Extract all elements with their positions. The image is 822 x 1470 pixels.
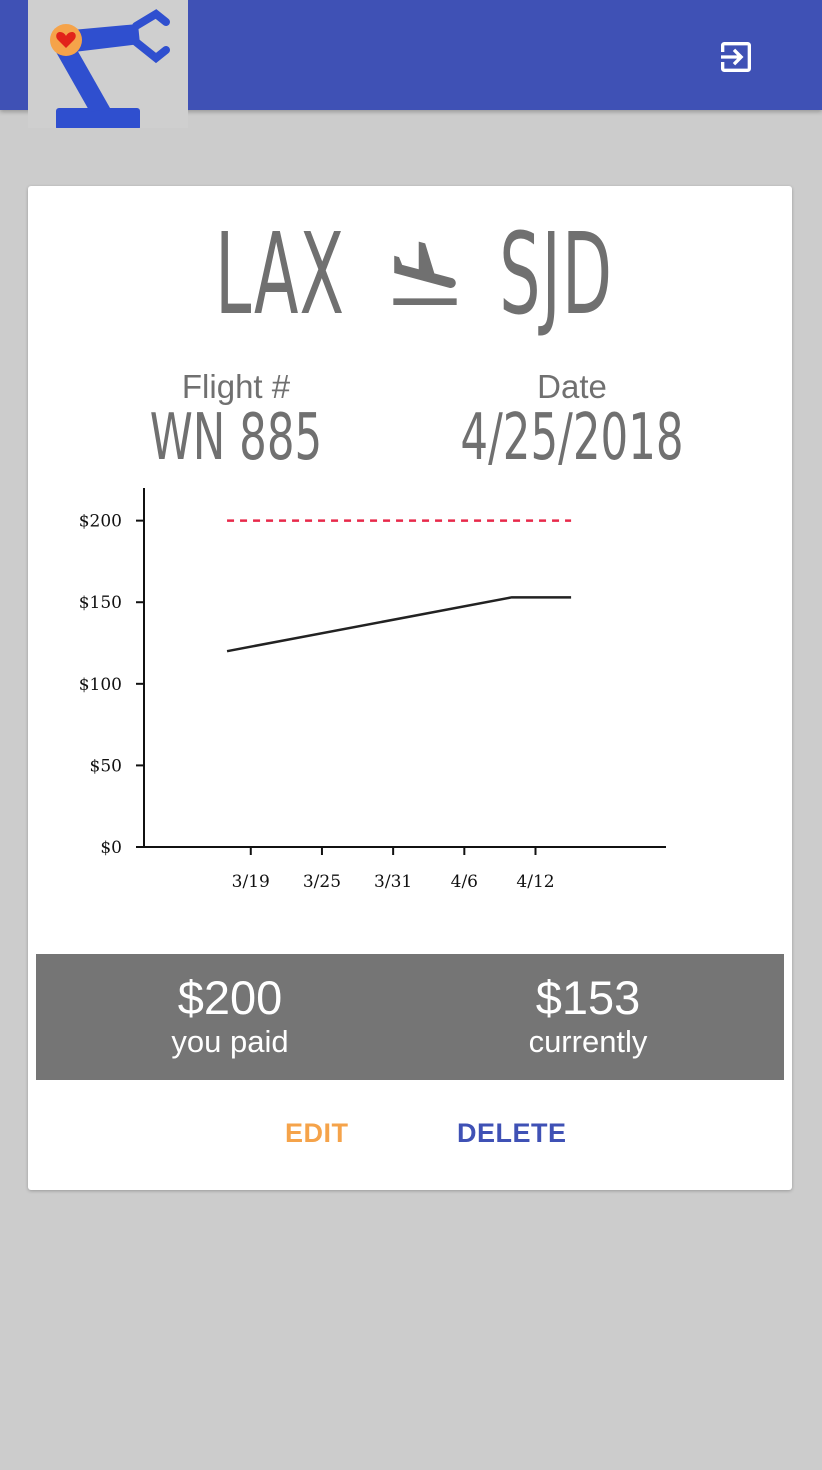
paid-label: you paid bbox=[171, 1024, 289, 1059]
paid-column: $200 you paid bbox=[80, 974, 380, 1060]
price-chart-svg: $0 $50 $100 $150 $200 3/19 3/25 3/31 4/6 4/12 bbox=[79, 488, 666, 892]
current-amount: $153 bbox=[535, 971, 641, 1024]
x-tick-label: 3/19 bbox=[232, 872, 270, 892]
price-history-chart: $0 $50 $100 $150 $200 3/19 3/25 3/31 4/6 4/12 bbox=[36, 470, 786, 910]
x-tick-label: 4/12 bbox=[516, 872, 554, 892]
delete-button[interactable]: DELETE bbox=[457, 1118, 567, 1149]
exit-to-app-icon bbox=[721, 42, 751, 72]
y-tick-label: $100 bbox=[79, 675, 122, 695]
flight-number-value: WN 885 bbox=[149, 401, 323, 475]
logout-button[interactable] bbox=[712, 33, 760, 81]
price-line bbox=[226, 596, 572, 653]
destination-airport: SJD bbox=[499, 209, 614, 340]
flight-land-icon bbox=[393, 241, 457, 305]
date-value: 4/25/2018 bbox=[460, 401, 684, 475]
price-summary: $200 you paid $153 currently bbox=[36, 954, 784, 1080]
x-tick-label: 3/31 bbox=[374, 872, 412, 892]
paid-amount: $200 bbox=[177, 971, 283, 1024]
y-tick-label: $0 bbox=[100, 838, 122, 858]
x-tick-label: 3/25 bbox=[303, 872, 341, 892]
route-heading: LAX SJD bbox=[0, 212, 822, 337]
robot-arm-heart-logo-icon bbox=[50, 9, 170, 128]
app-logo[interactable] bbox=[28, 0, 188, 128]
current-label: currently bbox=[528, 1024, 648, 1059]
current-column: $153 currently bbox=[438, 974, 738, 1060]
y-tick-label: $200 bbox=[79, 512, 122, 532]
y-tick-label: $150 bbox=[79, 593, 122, 613]
origin-airport: LAX bbox=[214, 209, 345, 340]
edit-button[interactable]: EDIT bbox=[285, 1118, 349, 1149]
y-tick-label: $50 bbox=[90, 756, 122, 776]
x-tick-label: 4/6 bbox=[451, 872, 478, 892]
